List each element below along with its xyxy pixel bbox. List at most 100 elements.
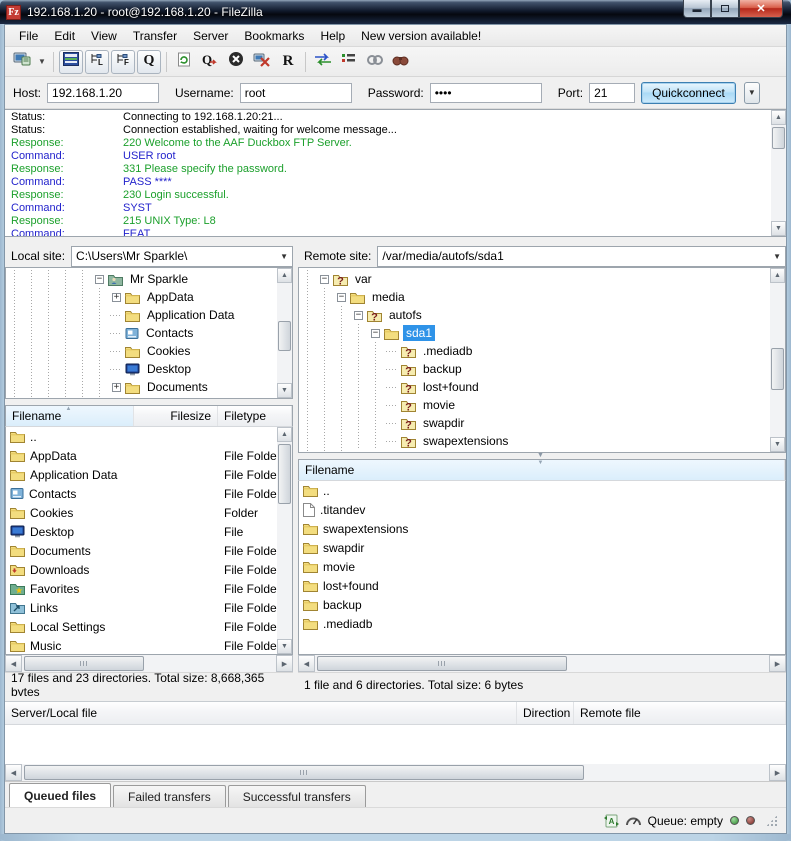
- menu-item-file[interactable]: File: [11, 27, 46, 45]
- scroll-down-icon[interactable]: ▼: [771, 221, 786, 236]
- local-tree-item-documents[interactable]: +Documents: [6, 378, 277, 396]
- local-tree-item-mr-sparkle[interactable]: −Mr Sparkle: [6, 270, 277, 288]
- remote-tree-item-swapdir[interactable]: ?swapdir: [299, 414, 770, 432]
- local-tree-item-downloads[interactable]: +Downloads: [6, 396, 277, 398]
- toggle-remote-tree-button[interactable]: F: [111, 50, 135, 74]
- remote-tree-item-autofs[interactable]: −?autofs: [299, 306, 770, 324]
- remote-site-combo[interactable]: /var/media/autofs/sda1 ▼: [377, 246, 786, 267]
- resize-grip[interactable]: [766, 815, 778, 827]
- site-manager-button[interactable]: [10, 50, 34, 74]
- column-header-server-local-file[interactable]: Server/Local file: [5, 702, 517, 724]
- remote-file-row-backup[interactable]: backup: [299, 595, 785, 614]
- remote-tree-scrollbar[interactable]: ▲ ▼: [770, 268, 785, 452]
- tab-queued-files[interactable]: Queued files: [9, 783, 111, 807]
- tab-failed-transfers[interactable]: Failed transfers: [113, 785, 226, 807]
- local-file-row-contacts[interactable]: ContactsFile Folder: [6, 484, 277, 503]
- collapse-icon[interactable]: −: [316, 275, 333, 284]
- local-file-row-appdata[interactable]: AppDataFile Folder: [6, 446, 277, 465]
- remote-tree-item-dvd[interactable]: ?dvd: [299, 450, 770, 452]
- reconnect-button[interactable]: R: [276, 50, 300, 74]
- remote-file-row-mediadb[interactable]: .mediadb: [299, 614, 785, 633]
- menu-item-new-version-available[interactable]: New version available!: [353, 27, 489, 45]
- column-header-filename[interactable]: Filename▲: [6, 406, 134, 426]
- local-site-combo[interactable]: C:\Users\Mr Sparkle\ ▼: [71, 246, 293, 267]
- scroll-left-icon[interactable]: ◀: [298, 655, 315, 672]
- local-file-row-links[interactable]: LinksFile Folder: [6, 598, 277, 617]
- toggle-local-tree-button[interactable]: L: [85, 50, 109, 74]
- collapse-icon[interactable]: −: [367, 329, 384, 338]
- quickconnect-dropdown-button[interactable]: ▼: [744, 82, 760, 104]
- column-header-filename[interactable]: Filename▼: [299, 460, 785, 480]
- expand-icon[interactable]: +: [108, 293, 125, 302]
- view-filters-button[interactable]: [337, 50, 361, 74]
- remote-tree-item-media[interactable]: −media: [299, 288, 770, 306]
- expand-icon[interactable]: +: [108, 383, 125, 392]
- scroll-right-icon[interactable]: ▶: [769, 655, 786, 672]
- quickconnect-button[interactable]: Quickconnect: [641, 82, 736, 104]
- scroll-left-icon[interactable]: ◀: [5, 655, 22, 672]
- local-file-row-desktop[interactable]: DesktopFile: [6, 522, 277, 541]
- host-input[interactable]: [47, 83, 159, 103]
- column-header-filetype[interactable]: Filetype: [218, 406, 292, 426]
- remote-file-row-swapdir[interactable]: swapdir: [299, 538, 785, 557]
- refresh-button[interactable]: [172, 50, 196, 74]
- menu-item-transfer[interactable]: Transfer: [125, 27, 185, 45]
- remote-hscrollbar[interactable]: ◀ ▶: [298, 655, 786, 672]
- disconnect-button[interactable]: [250, 50, 274, 74]
- close-button[interactable]: ✕: [739, 0, 783, 18]
- scrollbar-thumb[interactable]: [772, 127, 785, 149]
- port-input[interactable]: [589, 83, 635, 103]
- remote-file-row-swapextensions[interactable]: swapextensions: [299, 519, 785, 538]
- scroll-up-icon[interactable]: ▲: [277, 427, 292, 442]
- remote-tree-item-var[interactable]: −?var: [299, 270, 770, 288]
- local-file-row-cookies[interactable]: CookiesFolder: [6, 503, 277, 522]
- local-tree-item-cookies[interactable]: Cookies: [6, 342, 277, 360]
- local-file-row-music[interactable]: MusicFile Folder: [6, 636, 277, 654]
- tab-successful-transfers[interactable]: Successful transfers: [228, 785, 366, 807]
- queue-list[interactable]: [5, 725, 786, 764]
- menu-item-server[interactable]: Server: [185, 27, 236, 45]
- menu-item-bookmarks[interactable]: Bookmarks: [236, 27, 312, 45]
- local-file-row-documents[interactable]: DocumentsFile Folder: [6, 541, 277, 560]
- cancel-button[interactable]: [224, 50, 248, 74]
- minimize-button[interactable]: ▬: [683, 0, 711, 18]
- password-input[interactable]: [430, 83, 542, 103]
- local-tree-item-desktop[interactable]: Desktop: [6, 360, 277, 378]
- scrollbar-thumb[interactable]: [24, 656, 144, 671]
- local-file-row-application-data[interactable]: Application DataFile Folder: [6, 465, 277, 484]
- local-tree-item-application-data[interactable]: Application Data: [6, 306, 277, 324]
- remote-tree-item-swapextensions[interactable]: ?swapextensions: [299, 432, 770, 450]
- splitter-collapse-icon[interactable]: ▼: [537, 452, 544, 459]
- remote-tree-item-sda1[interactable]: −sda1: [299, 324, 770, 342]
- scroll-right-icon[interactable]: ▶: [276, 655, 293, 672]
- queue-hscrollbar[interactable]: ◀ ▶: [5, 764, 786, 781]
- synchronized-browsing-button[interactable]: [363, 50, 387, 74]
- local-file-row-downloads[interactable]: DownloadsFile Folder: [6, 560, 277, 579]
- column-header-direction[interactable]: Direction: [517, 702, 574, 724]
- local-hscrollbar[interactable]: ◀ ▶: [5, 655, 293, 672]
- remote-tree-item-movie[interactable]: ?movie: [299, 396, 770, 414]
- scroll-up-icon[interactable]: ▲: [277, 268, 292, 283]
- remote-file-row-titandev[interactable]: .titandev: [299, 500, 785, 519]
- title-bar[interactable]: Fz 192.168.1.20 - root@192.168.1.20 - Fi…: [0, 0, 791, 24]
- dropdown-caret-icon[interactable]: ▼: [35, 57, 49, 66]
- scroll-down-icon[interactable]: ▼: [277, 639, 292, 654]
- scrollbar-thumb[interactable]: [278, 321, 291, 351]
- local-file-row-favorites[interactable]: ★FavoritesFile Folder: [6, 579, 277, 598]
- find-files-button[interactable]: [389, 50, 413, 74]
- local-list-scrollbar[interactable]: ▲ ▼: [277, 427, 292, 654]
- collapse-icon[interactable]: −: [91, 275, 108, 284]
- column-header-filesize[interactable]: Filesize: [134, 406, 218, 426]
- menu-item-view[interactable]: View: [83, 27, 125, 45]
- menu-item-help[interactable]: Help: [312, 27, 353, 45]
- directory-comparison-button[interactable]: [311, 50, 335, 74]
- scroll-down-icon[interactable]: ▼: [770, 437, 785, 452]
- local-tree-item-contacts[interactable]: Contacts: [6, 324, 277, 342]
- remote-tree-item-mediadb[interactable]: ?.mediadb: [299, 342, 770, 360]
- remote-file-row-movie[interactable]: movie: [299, 557, 785, 576]
- toggle-log-button[interactable]: [59, 50, 83, 74]
- local-tree-item-appdata[interactable]: +AppData: [6, 288, 277, 306]
- log-scrollbar[interactable]: ▲ ▼: [771, 110, 786, 236]
- local-file-row-item[interactable]: ..: [6, 427, 277, 446]
- maximize-button[interactable]: [711, 0, 739, 18]
